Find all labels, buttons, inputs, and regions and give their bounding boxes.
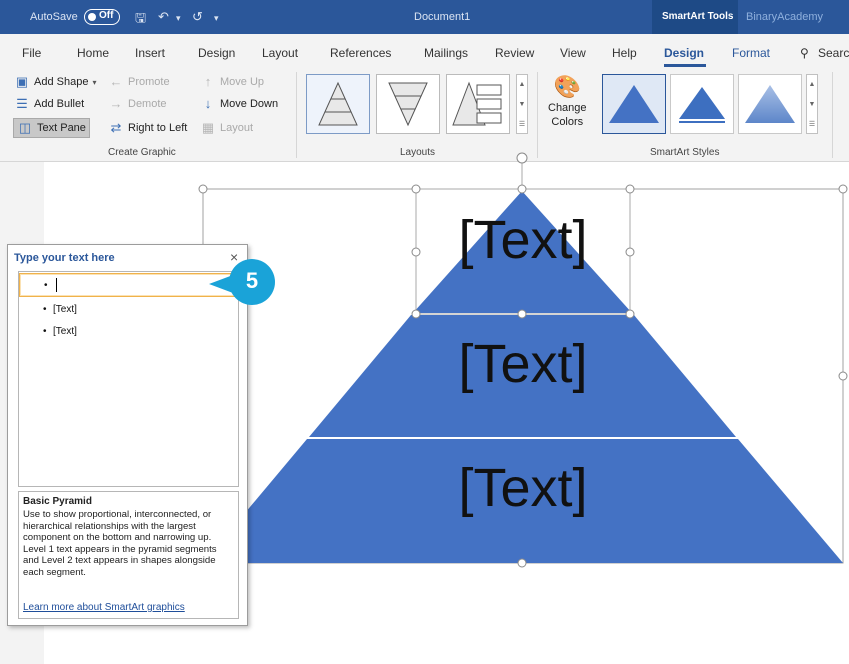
resize-handle[interactable] — [625, 184, 635, 194]
bullet: • — [43, 304, 47, 315]
text-pane-title: Type your text here — [14, 252, 115, 264]
bullet: • — [44, 280, 48, 291]
resize-handle[interactable] — [625, 309, 635, 319]
smartart-text-pane: Type your text here × • • [Text] • [Text… — [7, 244, 248, 626]
layout-description-title: Basic Pyramid — [23, 496, 92, 507]
resize-handle[interactable] — [517, 184, 527, 194]
rotate-handle[interactable] — [516, 152, 528, 164]
resize-handle[interactable] — [411, 184, 421, 194]
item-text[interactable]: [Text] — [53, 304, 77, 315]
resize-handle[interactable] — [411, 309, 421, 319]
step-marker: 5 — [209, 259, 275, 307]
text-cursor — [56, 278, 57, 292]
resize-handle[interactable] — [838, 371, 848, 381]
text-pane-item[interactable]: • [Text] — [19, 298, 238, 322]
layout-description-body: Use to show proportional, interconnected… — [23, 509, 217, 578]
pyramid-segment-bottom-text[interactable]: [Text] — [380, 461, 666, 515]
pyramid-segment-top-text[interactable]: [Text] — [416, 213, 630, 267]
layout-description: Basic Pyramid Use to show proportional, … — [18, 491, 239, 619]
text-pane-list[interactable]: • • [Text] • [Text] — [18, 271, 239, 487]
text-pane-item[interactable]: • — [19, 273, 238, 297]
learn-more-link[interactable]: Learn more about SmartArt graphics — [23, 602, 185, 613]
resize-handle[interactable] — [517, 309, 527, 319]
text-pane-item[interactable]: • [Text] — [19, 320, 238, 344]
resize-handle[interactable] — [198, 184, 208, 194]
resize-handle[interactable] — [838, 184, 848, 194]
pyramid-segment-middle-text[interactable]: [Text] — [380, 337, 666, 391]
step-number: 5 — [245, 268, 259, 293]
bullet: • — [43, 326, 47, 337]
resize-handle[interactable] — [517, 558, 527, 568]
item-text[interactable]: [Text] — [53, 326, 77, 337]
